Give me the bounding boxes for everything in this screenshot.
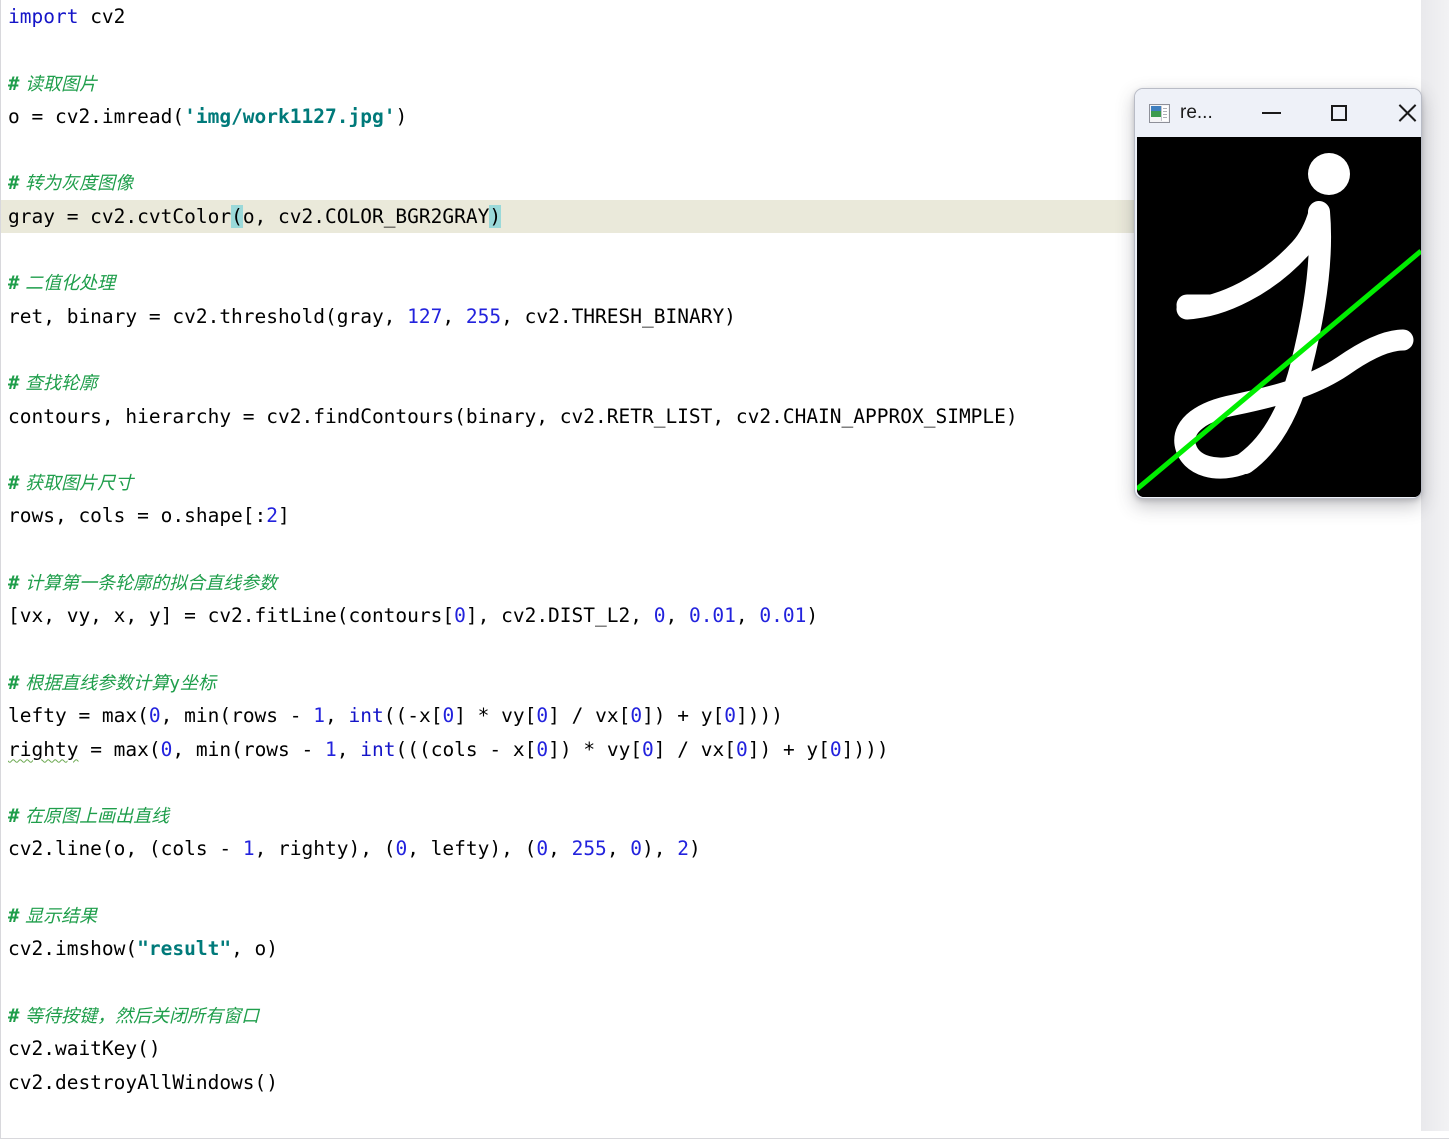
comment-text: # 二值化处理 xyxy=(8,272,116,295)
close-icon xyxy=(1397,103,1417,123)
number-literal: 0 xyxy=(724,704,736,728)
image-result-window[interactable]: re... xyxy=(1134,88,1422,499)
number-literal: 0 xyxy=(630,704,643,728)
number-literal: 0 xyxy=(536,837,549,861)
comment-text: # 计算第一条轮廓的拟合直线参数 xyxy=(8,572,278,595)
keyword-import: import xyxy=(8,5,79,28)
result-image xyxy=(1137,137,1421,497)
number-literal: 0 xyxy=(630,837,643,861)
brace-match-open: ( xyxy=(231,204,243,228)
code-line-blank[interactable] xyxy=(1,866,1422,899)
comment-text: # 显示结果 xyxy=(8,905,98,928)
code-line[interactable]: import cv2 xyxy=(1,0,1422,33)
code-line[interactable]: lefty = max(0, min(rows - 1, int((-x[0] … xyxy=(1,699,1422,732)
code-line-blank[interactable] xyxy=(1,533,1422,566)
code-line[interactable]: righty = max(0, min(rows - 1, int(((cols… xyxy=(1,733,1422,766)
number-literal: 0 xyxy=(160,737,173,761)
spellcheck-word: righty xyxy=(8,737,79,761)
code-line[interactable]: [vx, vy, x, y] = cv2.fitLine(contours[0]… xyxy=(1,599,1422,632)
string-literal: 'img/work1127.jpg' xyxy=(184,104,396,128)
code-line[interactable]: cv2.imshow("result", o) xyxy=(1,932,1422,965)
picture-icon xyxy=(1149,103,1170,123)
brace-match-close: ) xyxy=(489,204,502,228)
vertical-scrollbar[interactable] xyxy=(1421,0,1449,1131)
window-titlebar[interactable]: re... xyxy=(1135,89,1421,137)
code-line[interactable]: cv2.waitKey() xyxy=(1,1032,1422,1065)
number-literal: 0.01 xyxy=(759,604,807,628)
number-literal: 0 xyxy=(395,837,408,861)
comment-text: # 在原图上画出直线 xyxy=(8,805,170,828)
maximize-button[interactable] xyxy=(1315,89,1363,137)
number-literal: 1 xyxy=(313,704,326,728)
minimize-icon xyxy=(1261,112,1281,114)
comment-text: # 根据直线参数计算y坐标 xyxy=(8,671,217,694)
code-line[interactable]: cv2.destroyAllWindows() xyxy=(1,1066,1422,1099)
window-title: re... xyxy=(1180,102,1213,123)
comment-text: # 转为灰度图像 xyxy=(8,172,134,195)
number-literal: 2 xyxy=(677,837,690,861)
screen: import cv2 # 读取图片 o = cv2.imread('img/wo… xyxy=(0,0,1449,1139)
comment-text: # 查找轮廓 xyxy=(8,372,98,395)
code-line-blank[interactable] xyxy=(1,633,1422,666)
code-line-comment[interactable]: # 显示结果 xyxy=(1,899,1422,932)
number-literal: 2 xyxy=(266,504,279,528)
number-literal: 0 xyxy=(735,737,748,761)
number-literal: 0 xyxy=(536,737,549,761)
number-literal: 255 xyxy=(465,304,502,328)
code-line-blank[interactable] xyxy=(1,966,1422,999)
number-literal: 0 xyxy=(653,604,666,628)
number-literal: 0 xyxy=(829,737,842,761)
string-literal: "result" xyxy=(137,937,232,961)
code-line-blank[interactable] xyxy=(1,33,1422,66)
number-literal: 0 xyxy=(442,704,455,728)
code-line[interactable]: cv2.line(o, (cols - 1, righty), (0, left… xyxy=(1,832,1422,865)
image-canvas xyxy=(1137,137,1421,497)
code-line-comment[interactable]: # 计算第一条轮廓的拟合直线参数 xyxy=(1,566,1422,599)
comment-text: # 获取图片尺寸 xyxy=(8,472,134,495)
comment-text: # 读取图片 xyxy=(8,72,98,95)
number-literal: 0 xyxy=(536,704,549,728)
code-line-comment[interactable]: # 在原图上画出直线 xyxy=(1,799,1422,832)
number-literal: 0 xyxy=(642,737,654,761)
code-line-comment[interactable]: # 根据直线参数计算y坐标 xyxy=(1,666,1422,699)
number-literal: 0 xyxy=(454,604,466,628)
number-literal: 0.01 xyxy=(688,604,736,628)
code-line[interactable]: rows, cols = o.shape[:2] xyxy=(1,499,1422,532)
code-line-blank[interactable] xyxy=(1,766,1422,799)
number-literal: 0 xyxy=(148,704,161,728)
number-literal: 255 xyxy=(571,837,607,861)
close-button[interactable] xyxy=(1383,89,1421,137)
number-literal: 1 xyxy=(325,737,337,761)
maximize-icon xyxy=(1331,105,1347,121)
builtin-int: int xyxy=(360,737,396,761)
number-literal: 127 xyxy=(407,304,443,328)
number-literal: 1 xyxy=(242,837,255,861)
code-line-comment[interactable]: # 等待按键，然后关闭所有窗口 xyxy=(1,999,1422,1032)
comment-text: # 等待按键，然后关闭所有窗口 xyxy=(8,1004,260,1027)
builtin-int: int xyxy=(348,704,384,728)
minimize-button[interactable] xyxy=(1247,89,1295,137)
